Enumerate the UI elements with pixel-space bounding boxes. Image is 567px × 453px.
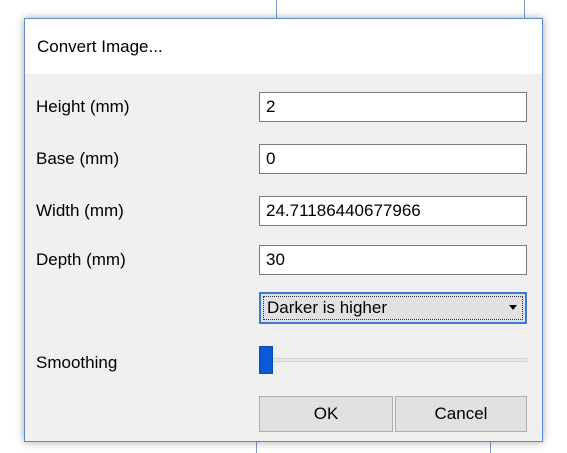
background-window-edge xyxy=(490,442,491,453)
depth-input[interactable]: 30 xyxy=(259,245,527,275)
background-window-edge xyxy=(256,442,257,453)
height-mode-select[interactable]: Darker is higher xyxy=(259,292,527,324)
smoothing-slider-thumb[interactable] xyxy=(259,346,273,374)
dialog-title: Convert Image... xyxy=(37,37,163,56)
background-window-edge xyxy=(276,0,277,18)
convert-image-dialog: Convert Image... Height (mm) 2 Base (mm)… xyxy=(24,18,543,442)
ok-button[interactable]: OK xyxy=(259,396,393,432)
chevron-down-icon xyxy=(509,305,517,310)
dialog-titlebar[interactable]: Convert Image... xyxy=(25,19,542,74)
cancel-button[interactable]: Cancel xyxy=(395,396,527,432)
smoothing-slider-track[interactable] xyxy=(259,358,527,362)
base-input[interactable]: 0 xyxy=(259,144,527,174)
depth-label: Depth (mm) xyxy=(36,250,126,269)
height-input[interactable]: 2 xyxy=(259,92,527,122)
smoothing-label: Smoothing xyxy=(36,353,118,372)
height-mode-selected: Darker is higher xyxy=(267,298,387,317)
width-label: Width (mm) xyxy=(36,201,124,220)
base-label: Base (mm) xyxy=(36,149,120,168)
background-window-edge xyxy=(524,0,525,18)
height-label: Height (mm) xyxy=(36,97,130,116)
width-input[interactable]: 24.71186440677966 xyxy=(259,196,527,226)
